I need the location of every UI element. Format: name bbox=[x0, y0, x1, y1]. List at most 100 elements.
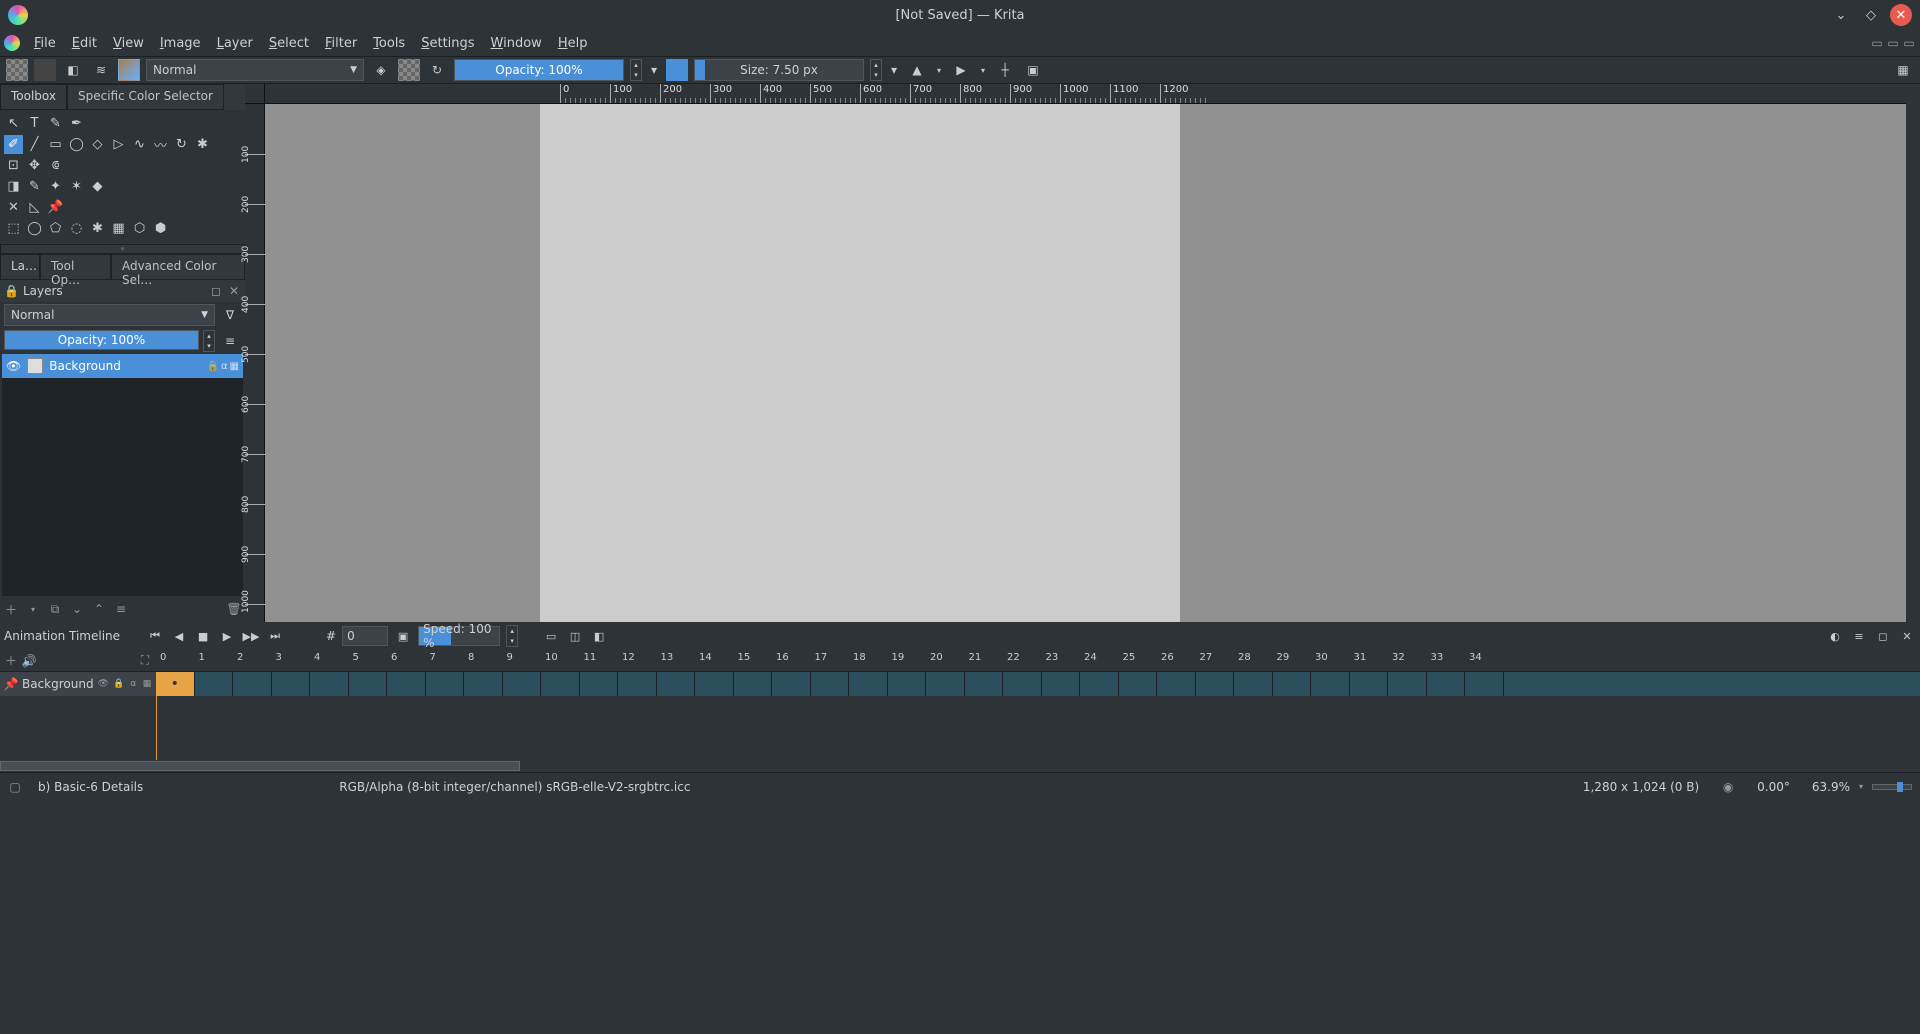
frame-ruler[interactable]: 0123456789101112131415161718192021222324… bbox=[156, 650, 1920, 672]
layer-blend-mode-select[interactable]: Normal ▼ bbox=[4, 304, 215, 326]
menu-filter[interactable]: Filter bbox=[317, 32, 365, 55]
layer-settings-icon[interactable]: ≡ bbox=[114, 602, 128, 616]
layer-visibility-icon[interactable]: 👁 bbox=[6, 359, 21, 373]
move-layer-tool-icon[interactable]: ✥ bbox=[25, 156, 44, 175]
drop-frames-icon[interactable]: ▣ bbox=[394, 627, 412, 645]
reload-preset-icon[interactable]: ↻ bbox=[426, 59, 448, 81]
reference-tool-icon[interactable]: 📌 bbox=[46, 198, 65, 217]
prev-frame-icon[interactable]: ◀ bbox=[170, 627, 188, 645]
right-dock-collapsed[interactable] bbox=[1906, 84, 1920, 622]
frame-cell[interactable] bbox=[657, 672, 696, 696]
assist-tool-icon[interactable]: ✕ bbox=[4, 198, 23, 217]
tab-advanced-color[interactable]: Advanced Color Sel… bbox=[111, 254, 245, 280]
menu-image[interactable]: Image bbox=[152, 32, 209, 55]
add-layer-icon[interactable]: ＋ bbox=[4, 602, 18, 616]
fg-transparent-icon[interactable] bbox=[6, 59, 28, 81]
multibrush-tool-icon[interactable]: ✱ bbox=[193, 135, 212, 154]
preserve-alpha-icon[interactable] bbox=[398, 59, 420, 81]
bezier-tool-icon[interactable]: ∿ bbox=[130, 135, 149, 154]
frame-cell[interactable] bbox=[387, 672, 426, 696]
frame-track[interactable] bbox=[156, 672, 1920, 696]
tab-tool-options[interactable]: Tool Op… bbox=[40, 254, 111, 280]
float-docker-icon[interactable]: ◻ bbox=[1874, 627, 1892, 645]
pin-icon[interactable]: 📌 bbox=[4, 677, 18, 691]
timeline-zoom-icon[interactable]: ⛶ bbox=[138, 654, 152, 668]
tab-toolbox[interactable]: Toolbox bbox=[0, 84, 67, 110]
dynamic-brush-tool-icon[interactable]: ↻ bbox=[172, 135, 191, 154]
frame-cell[interactable] bbox=[1196, 672, 1235, 696]
tab-layers[interactable]: La… bbox=[0, 254, 40, 280]
frame-cell[interactable] bbox=[156, 672, 195, 696]
frame-cell[interactable] bbox=[195, 672, 234, 696]
close-docker-icon[interactable]: ✕ bbox=[1898, 627, 1916, 645]
layer-row[interactable]: 👁 Background 🔒 α ▦ bbox=[2, 354, 243, 378]
frame-cell[interactable] bbox=[233, 672, 272, 696]
layer-menu-icon[interactable]: ≡ bbox=[219, 330, 241, 352]
menu-help[interactable]: Help bbox=[550, 32, 596, 55]
ellipse-select-tool-icon[interactable]: ◯ bbox=[25, 219, 44, 238]
timeline-layer-row[interactable]: 📌 Background 👁 🔒 α ▦ bbox=[0, 672, 156, 696]
chevron-down-icon[interactable]: ▾ bbox=[978, 59, 988, 81]
frame-cell[interactable] bbox=[888, 672, 927, 696]
current-frame-input[interactable]: 0 bbox=[342, 626, 388, 646]
frame-cell[interactable] bbox=[1350, 672, 1389, 696]
frame-cell[interactable] bbox=[272, 672, 311, 696]
frame-cell[interactable] bbox=[580, 672, 619, 696]
frame-cell[interactable] bbox=[1273, 672, 1312, 696]
goto-last-frame-icon[interactable]: ⏭ bbox=[266, 627, 284, 645]
fg-bg-swap-icon[interactable]: ◧ bbox=[62, 59, 84, 81]
poly-select-tool-icon[interactable]: ⬠ bbox=[46, 219, 65, 238]
polyline-tool-icon[interactable]: ▷ bbox=[109, 135, 128, 154]
mirror-vertical-icon[interactable]: ▶ bbox=[950, 59, 972, 81]
delete-layer-icon[interactable]: 🗑 bbox=[227, 602, 241, 616]
eraser-toggle-icon[interactable]: ◈ bbox=[370, 59, 392, 81]
pattern-swatch-icon[interactable] bbox=[34, 59, 56, 81]
eye-icon[interactable]: 👁 bbox=[98, 677, 109, 691]
gradient-tool-icon[interactable]: ◨ bbox=[4, 177, 23, 196]
menu-layer[interactable]: Layer bbox=[209, 32, 261, 55]
color-picker-tool-icon[interactable]: ✎ bbox=[25, 177, 44, 196]
vertical-ruler[interactable]: 1002003004005006007008009001000 bbox=[245, 104, 265, 622]
magnetic-select-tool-icon[interactable]: ⬢ bbox=[151, 219, 170, 238]
ellipse-tool-icon[interactable]: ◯ bbox=[67, 135, 86, 154]
bezier-select-tool-icon[interactable]: ⬡ bbox=[130, 219, 149, 238]
auto-key-icon[interactable]: ▭ bbox=[542, 627, 560, 645]
stop-icon[interactable]: ■ bbox=[194, 627, 212, 645]
wrap-around-icon[interactable]: ┼ bbox=[994, 59, 1016, 81]
frame-cell[interactable] bbox=[965, 672, 1004, 696]
edit-shapes-tool-icon[interactable]: ✎ bbox=[46, 114, 65, 133]
layer-filter-icon[interactable]: ∇ bbox=[219, 304, 241, 326]
frame-cell[interactable] bbox=[464, 672, 503, 696]
add-timeline-layer-icon[interactable]: ＋ bbox=[4, 654, 18, 668]
similar-select-tool-icon[interactable]: ▦ bbox=[109, 219, 128, 238]
brush-preview-icon[interactable] bbox=[118, 59, 140, 81]
layer-up-icon[interactable]: ⌃ bbox=[92, 602, 106, 616]
frame-cell[interactable] bbox=[618, 672, 657, 696]
layer-down-icon[interactable]: ⌄ bbox=[70, 602, 84, 616]
freehand-brush-tool-icon[interactable]: ✐ bbox=[4, 135, 23, 154]
brush-presets-icon[interactable]: ≋ bbox=[90, 59, 112, 81]
window-maximize-icon[interactable]: ◇ bbox=[1860, 4, 1882, 26]
menu-edit[interactable]: Edit bbox=[64, 32, 105, 55]
frame-cell[interactable] bbox=[1042, 672, 1081, 696]
rectangle-tool-icon[interactable]: ▭ bbox=[46, 135, 65, 154]
move-tool-icon[interactable]: ↖ bbox=[4, 114, 23, 133]
chevron-down-icon[interactable]: ▾ bbox=[1854, 780, 1868, 794]
menu-window[interactable]: Window bbox=[483, 32, 550, 55]
frame-cell[interactable] bbox=[1427, 672, 1466, 696]
lock-icon[interactable]: 🔒 bbox=[113, 677, 124, 691]
horizontal-ruler[interactable]: 0100200300400500600700800900100011001200 bbox=[265, 84, 1906, 104]
measure-tool-icon[interactable]: ◺ bbox=[25, 198, 44, 217]
workspace-icon[interactable]: ▣ bbox=[1022, 59, 1044, 81]
canvas-viewport[interactable] bbox=[265, 104, 1906, 622]
frame-cell[interactable] bbox=[734, 672, 773, 696]
blend-mode-select[interactable]: Normal ▼ bbox=[146, 59, 364, 81]
rotation-indicator-icon[interactable]: ◉ bbox=[1721, 780, 1735, 794]
close-docker-icon[interactable]: ✕ bbox=[227, 284, 241, 298]
frame-cell[interactable] bbox=[772, 672, 811, 696]
polygon-tool-icon[interactable]: ◇ bbox=[88, 135, 107, 154]
menu-select[interactable]: Select bbox=[261, 32, 317, 55]
frame-cell[interactable] bbox=[1119, 672, 1158, 696]
freehand-path-tool-icon[interactable]: 〰 bbox=[151, 135, 170, 154]
frame-cell[interactable] bbox=[1157, 672, 1196, 696]
